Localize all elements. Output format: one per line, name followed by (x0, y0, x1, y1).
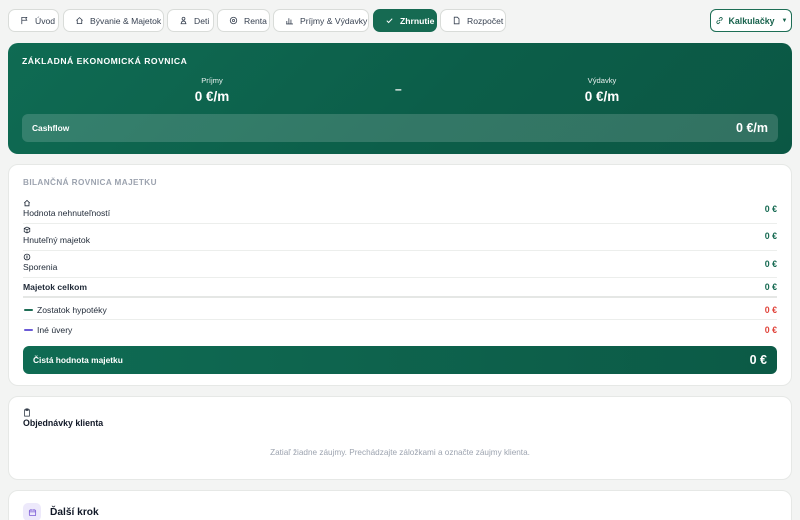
asset-row-real-estate: Hodnota nehnuteľností 0 € (23, 199, 777, 224)
equation-title: ZÁKLADNÁ EKONOMICKÁ ROVNICA (22, 56, 188, 66)
liability-label: Zostatok hypotéky (37, 305, 107, 315)
check-icon (385, 16, 394, 25)
tab-rozpocet[interactable]: Rozpočet (440, 9, 506, 32)
calendar-icon (23, 503, 41, 520)
minus-operator: – (395, 82, 402, 96)
calculators-dropdown[interactable]: Kalkulačky ▼ (710, 9, 792, 32)
economic-equation-card: ZÁKLADNÁ EKONOMICKÁ ROVNICA Príjmy 0 €/m… (8, 43, 792, 154)
top-navigation: Úvod Bývanie & Majetok Deti Renta Príjmy… (8, 9, 792, 33)
asset-value: 0 € (764, 204, 777, 214)
net-worth-label: Čistá hodnota majetku (33, 355, 123, 365)
net-worth-value: 0 € (749, 353, 767, 367)
expenses-block: Výdavky 0 €/m (502, 76, 702, 104)
cashflow-bar: Cashflow 0 €/m (22, 114, 778, 142)
mortgage-dash-icon (24, 309, 33, 311)
tab-deti[interactable]: Deti (167, 9, 214, 32)
balance-equation-card: BILANČNÁ ROVNICA MAJETKU Hodnota nehnute… (8, 164, 792, 386)
tab-label: Bývanie & Majetok (90, 15, 162, 26)
child-icon (179, 16, 188, 25)
tab-zhrnutie[interactable]: Zhrnutie (373, 9, 437, 32)
total-label: Majetok celkom (23, 282, 87, 292)
total-value: 0 € (764, 282, 777, 292)
clipboard-icon (23, 408, 31, 417)
assets-total-row: Majetok celkom 0 € (23, 278, 777, 298)
liability-row-other-loans: Iné úvery 0 € (23, 320, 777, 340)
asset-value: 0 € (764, 231, 777, 241)
cashflow-value: 0 €/m (736, 121, 768, 135)
document-icon (452, 16, 461, 25)
coin-icon (229, 16, 238, 25)
orders-empty-message: Zatiaľ žiadne záujmy. Prechádzajte zálož… (270, 448, 530, 457)
home-icon (23, 199, 31, 207)
asset-row-savings: Sporenia 0 € (23, 253, 777, 278)
tab-label: Príjmy & Výdavky (300, 15, 368, 26)
tab-label: Renta (244, 15, 267, 26)
tab-byvanie-majetok[interactable]: Bývanie & Majetok (63, 9, 164, 32)
next-step-card[interactable]: Ďalší krok (8, 490, 792, 520)
expenses-label: Výdavky (587, 76, 617, 85)
asset-label: Hnuteľný majetok (23, 235, 90, 245)
tab-uvod[interactable]: Úvod (8, 9, 59, 32)
coin-icon (23, 253, 31, 261)
box-icon (23, 226, 31, 234)
loans-dash-icon (24, 329, 33, 331)
asset-label: Hodnota nehnuteľností (23, 208, 111, 218)
link-icon (715, 16, 724, 25)
liability-value: 0 € (764, 305, 777, 315)
liability-value: 0 € (764, 325, 777, 335)
asset-row-movable: Hnuteľný majetok 0 € (23, 226, 777, 251)
asset-value: 0 € (764, 259, 777, 269)
income-block: Príjmy 0 €/m (112, 76, 312, 104)
flag-icon (20, 16, 29, 25)
orders-title: Objednávky klienta (23, 418, 104, 428)
balance-title: BILANČNÁ ROVNICA MAJETKU (23, 178, 157, 187)
calculators-label: Kalkulačky (728, 15, 775, 26)
income-label: Príjmy (201, 76, 223, 85)
asset-label: Sporenia (23, 262, 58, 272)
income-value: 0 €/m (194, 89, 230, 104)
tab-label: Úvod (35, 15, 56, 26)
cashflow-label: Cashflow (32, 123, 70, 133)
next-step-title: Ďalší krok (50, 507, 99, 518)
tab-prijmy-vydavky[interactable]: Príjmy & Výdavky (273, 9, 369, 32)
chevron-down-icon: ▼ (781, 17, 788, 24)
liability-row-mortgage: Zostatok hypotéky 0 € (23, 300, 777, 320)
tab-renta[interactable]: Renta (217, 9, 270, 32)
tab-label: Deti (194, 15, 210, 26)
tab-label: Zhrnutie (400, 15, 435, 26)
expenses-value: 0 €/m (584, 89, 620, 104)
liability-label: Iné úvery (37, 325, 73, 335)
net-worth-bar: Čistá hodnota majetku 0 € (23, 346, 777, 374)
client-orders-card: Objednávky klienta Zatiaľ žiadne záujmy.… (8, 396, 792, 480)
tab-label: Rozpočet (467, 15, 504, 26)
home-icon (75, 16, 84, 25)
bar-chart-icon (285, 16, 294, 25)
